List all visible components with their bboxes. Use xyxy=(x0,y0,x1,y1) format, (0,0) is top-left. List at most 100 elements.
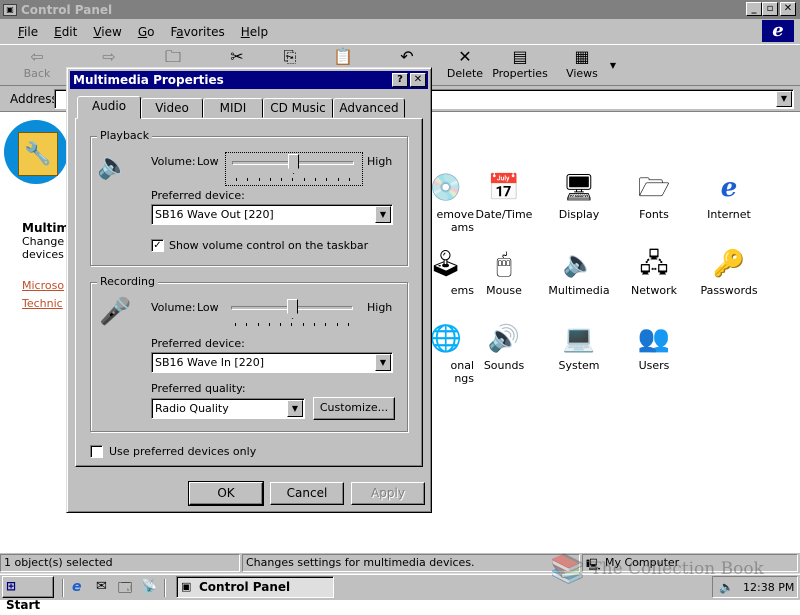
forward-arrow-icon: ⇨ xyxy=(102,47,116,66)
calendar-clock-icon: 📅 xyxy=(487,173,521,203)
up-folder-icon: 🗀 xyxy=(164,47,181,66)
tab-advanced[interactable]: Advanced xyxy=(333,98,405,118)
passwords-item[interactable]: 🔑 Passwords xyxy=(691,248,767,297)
help-button[interactable]: ? xyxy=(392,73,408,87)
microphone-icon: 🎤 xyxy=(99,297,132,327)
recording-volume-label: Volume: xyxy=(151,301,196,314)
menu-edit[interactable]: Edit xyxy=(46,25,85,39)
leftpane-link-technical[interactable]: Technic xyxy=(22,297,63,310)
control-panel-task-icon: ▣ xyxy=(181,580,192,593)
slider-ticks xyxy=(236,178,350,182)
recording-volume-slider[interactable] xyxy=(225,298,363,332)
tab-midi[interactable]: MIDI xyxy=(203,98,263,118)
quicklaunch-outlook-icon[interactable]: ✉ xyxy=(96,579,107,594)
start-button[interactable]: ⊞ Start xyxy=(2,576,54,612)
taskbar-divider xyxy=(164,579,166,597)
scissors-icon: ✂ xyxy=(230,47,244,66)
quicklaunch-desktop-icon[interactable]: 🗔 xyxy=(118,579,132,601)
quicklaunch-ie-icon[interactable]: e xyxy=(72,579,82,595)
menu-file[interactable]: File xyxy=(10,25,46,39)
task-control-panel[interactable]: ▣ Control Panel xyxy=(176,576,334,598)
paste-icon: 📋 xyxy=(333,47,353,66)
control-panel-banner-icon: 🔧 xyxy=(4,120,68,184)
close-button[interactable]: ✕ xyxy=(780,2,796,16)
recording-device-label: Preferred device: xyxy=(151,337,245,350)
dialog-titlebar[interactable]: Multimedia Properties xyxy=(70,71,428,89)
display-item[interactable]: 🖥 Display xyxy=(541,172,617,221)
multimedia-speaker-icon: 🔈 xyxy=(562,249,596,279)
ok-button[interactable]: OK xyxy=(188,481,264,506)
playback-low-label: Low xyxy=(197,155,219,168)
copy-icon: ⎘ xyxy=(283,47,297,66)
playback-volume-label: Volume: xyxy=(151,155,196,168)
mouse-item[interactable]: 🖱 Mouse xyxy=(466,248,542,297)
use-preferred-checkbox[interactable] xyxy=(90,445,103,458)
sounds-icon: 🔊 xyxy=(487,324,521,354)
playback-volume-slider[interactable] xyxy=(225,152,363,186)
menu-go[interactable]: Go xyxy=(130,25,163,39)
address-label: Address xyxy=(10,92,58,106)
views-button[interactable]: ▦ Views xyxy=(562,47,602,85)
tab-cd-music[interactable]: CD Music xyxy=(263,98,333,118)
recording-device-select[interactable]: SB16 Wave In [220] ▼ xyxy=(151,352,393,373)
maximize-button[interactable]: ▫ xyxy=(762,2,778,16)
sounds-item[interactable]: 🔊 Sounds xyxy=(466,323,542,372)
fonts-folder-icon: 🗁 xyxy=(637,173,671,203)
slider-thumb[interactable] xyxy=(288,154,299,174)
delete-button[interactable]: ✕ Delete xyxy=(445,47,485,85)
delete-x-icon: ✕ xyxy=(458,47,472,66)
date-time-item[interactable]: 📅 Date/Time xyxy=(466,172,542,221)
quality-label: Preferred quality: xyxy=(151,382,246,395)
ie-logo-icon: e xyxy=(762,20,794,42)
cancel-button[interactable]: Cancel xyxy=(270,482,344,505)
playback-device-label: Preferred device: xyxy=(151,189,245,202)
slider-thumb[interactable] xyxy=(287,299,298,319)
quality-select[interactable]: Radio Quality ▼ xyxy=(151,398,305,419)
globe-icon: 🌐 xyxy=(429,324,462,354)
network-computers-icon: 🖧 xyxy=(639,249,669,279)
tab-audio[interactable]: Audio xyxy=(77,96,141,119)
playback-legend: Playback xyxy=(97,129,153,142)
quicklaunch-channels-icon[interactable]: 📡 xyxy=(141,579,157,594)
users-item[interactable]: 👥 Users xyxy=(616,323,692,372)
customize-button[interactable]: Customize... xyxy=(313,397,395,420)
multimedia-properties-dialog: Multimedia Properties ? ✕ Audio Video MI… xyxy=(66,67,432,513)
chevron-down-icon[interactable]: ▼ xyxy=(375,354,391,371)
show-volume-checkbox[interactable]: ✓ xyxy=(151,239,164,252)
tab-video[interactable]: Video xyxy=(141,98,203,118)
menu-help[interactable]: Help xyxy=(233,25,276,39)
watermark: 📚 The Collection Book xyxy=(550,552,764,585)
joystick-icon: 🕹 xyxy=(428,249,462,279)
leftpane-desc-1: Change xyxy=(22,235,65,248)
status-count: 1 object(s) selected xyxy=(0,554,240,572)
windows-logo-icon: ⊞ xyxy=(6,579,17,593)
address-dropdown-icon[interactable]: ▼ xyxy=(776,91,792,107)
views-dropdown-arrow-icon[interactable]: ▼ xyxy=(606,47,620,85)
playback-device-select[interactable]: SB16 Wave Out [220] ▼ xyxy=(151,204,393,225)
chevron-down-icon[interactable]: ▼ xyxy=(375,206,391,223)
leftpane-link-microsoft[interactable]: Microso xyxy=(22,279,64,292)
undo-icon: ↶ xyxy=(400,47,414,66)
internet-explorer-icon: e xyxy=(720,173,738,203)
back-button[interactable]: ⇦ Back xyxy=(12,47,62,85)
minimize-button[interactable]: _ xyxy=(746,2,762,16)
dialog-close-button[interactable]: ✕ xyxy=(410,73,426,87)
display-monitor-icon: 🖥 xyxy=(562,173,596,203)
menu-view[interactable]: View xyxy=(85,25,129,39)
recording-low-label: Low xyxy=(197,301,219,314)
menu-favorites[interactable]: Favorites xyxy=(162,25,232,39)
audio-tab-panel: Playback 🔈 Volume: Low High Preferred de… xyxy=(75,118,423,467)
leftpane-title: Multim xyxy=(22,221,69,235)
multimedia-item[interactable]: 🔈 Multimedia xyxy=(541,248,617,297)
internet-item[interactable]: e Internet xyxy=(691,172,767,221)
apply-button[interactable]: Apply xyxy=(351,482,425,505)
add-remove-programs-icon: 💿 xyxy=(429,173,462,203)
chevron-down-icon[interactable]: ▼ xyxy=(287,400,303,417)
fonts-item[interactable]: 🗁 Fonts xyxy=(616,172,692,221)
properties-button[interactable]: ▤ Properties xyxy=(492,47,548,85)
show-volume-label: Show volume control on the taskbar xyxy=(169,239,369,252)
system-item[interactable]: 💻 System xyxy=(541,323,617,372)
network-item[interactable]: 🖧 Network xyxy=(616,248,692,297)
window-titlebar[interactable]: ▣ Control Panel xyxy=(0,0,800,19)
status-description: Changes settings for multimedia devices. xyxy=(242,554,580,572)
